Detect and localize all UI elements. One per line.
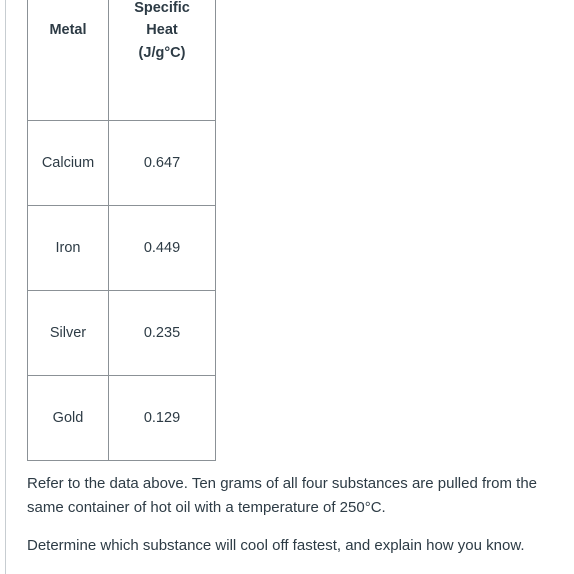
column-header-metal-line-1: Metal <box>49 22 87 39</box>
cell-metal-name: Iron <box>27 205 109 291</box>
column-header-specific-heat-line-2: Heat <box>146 22 178 39</box>
specific-heat-table: Metal Specific Heat (J/g°C) Calcium 0.64… <box>27 0 216 461</box>
table-row: Gold 0.129 <box>27 375 216 461</box>
column-header-specific-heat-line-1: Specific <box>134 0 190 16</box>
cell-metal-name: Gold <box>27 375 109 461</box>
question-context-paragraph: Refer to the data above. Ten grams of al… <box>27 475 538 517</box>
document-content: Metal Specific Heat (J/g°C) Calcium 0.64… <box>0 0 574 574</box>
table-row: Calcium 0.647 <box>27 120 216 206</box>
table-header: Metal Specific Heat (J/g°C) <box>27 0 216 121</box>
column-header-specific-heat-units: (J/g°C) <box>138 44 186 61</box>
table-header-row: Metal Specific Heat (J/g°C) <box>27 0 216 121</box>
cell-specific-heat-value: 0.449 <box>108 205 216 291</box>
table-row: Iron 0.449 <box>27 205 216 291</box>
column-header-metal: Metal <box>27 0 109 121</box>
question-prompt-paragraph: Determine which substance will cool off … <box>27 537 525 554</box>
cell-specific-heat-value: 0.647 <box>108 120 216 206</box>
cell-metal-name: Silver <box>27 290 109 376</box>
cell-specific-heat-value: 0.235 <box>108 290 216 376</box>
table-body: Calcium 0.647 Iron 0.449 Silver 0.235 Go… <box>27 120 216 461</box>
cell-metal-name: Calcium <box>27 120 109 206</box>
column-header-specific-heat: Specific Heat (J/g°C) <box>108 0 216 121</box>
table-row: Silver 0.235 <box>27 290 216 376</box>
cell-specific-heat-value: 0.129 <box>108 375 216 461</box>
